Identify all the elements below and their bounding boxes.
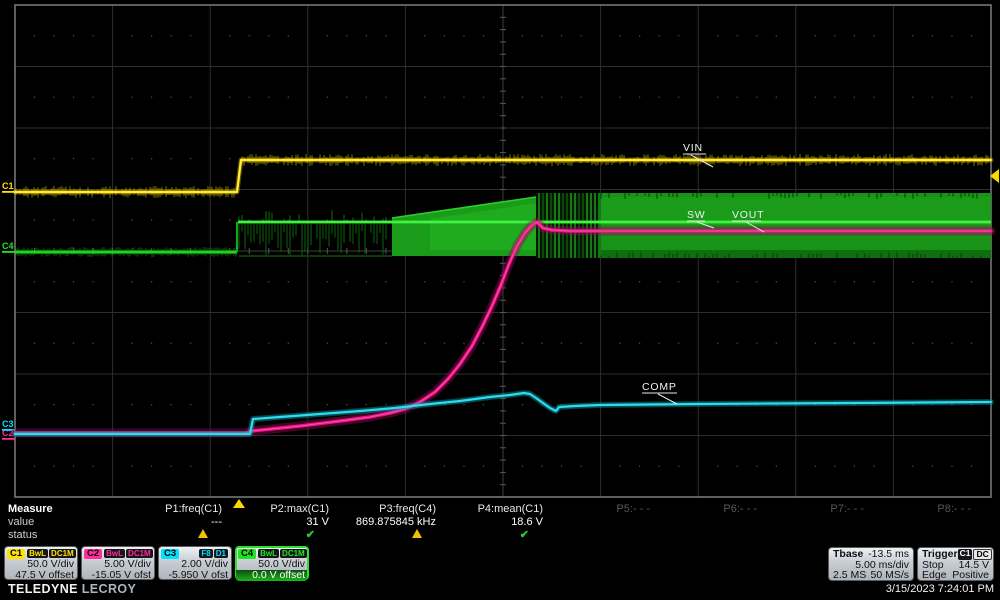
measure-param-7[interactable]: P7:- - - (760, 503, 867, 542)
measure-value: 869.875845 kHz (332, 516, 436, 529)
brand-bold: TELEDYNE (8, 582, 78, 596)
svg-text:VIN: VIN (683, 142, 703, 154)
channel-id-badge: C3 (161, 549, 179, 559)
measure-value (867, 516, 971, 529)
measure-value: --- (118, 516, 222, 529)
channel-badge: BwL (27, 549, 48, 559)
trigger-box[interactable]: Trigger C1 DC Stop 14.5 V Edge Positive (917, 547, 994, 581)
channel-offset: 0.0 V offset (236, 570, 307, 581)
channel-badge: F8 (199, 549, 212, 559)
measure-title: P1:freq(C1) (118, 503, 222, 516)
channel-badge: D1 (214, 549, 228, 559)
channel-id-badge: C2 (84, 549, 102, 559)
channel-id-badge: C1 (7, 549, 25, 559)
measure-value (653, 516, 757, 529)
channel-badge: DC1M (126, 549, 153, 559)
measure-value (546, 516, 650, 529)
svg-text:COMP: COMP (642, 381, 677, 393)
timebase-rate: 50 MS/s (870, 570, 909, 581)
measure-label: Measure (8, 503, 118, 516)
measure-param-6[interactable]: P6:- - - (653, 503, 760, 542)
brand-light: LECROY (82, 582, 137, 596)
measure-title: P4:mean(C1) (439, 503, 543, 516)
measure-value: 31 V (225, 516, 329, 529)
timebase-delay: -13.5 ms (868, 549, 909, 560)
timebase-title: Tbase (833, 549, 863, 560)
measure-param-8[interactable]: P8:- - - (867, 503, 974, 542)
measure-status: ✔ (439, 529, 543, 542)
measure-status (653, 529, 757, 542)
timebase-box[interactable]: Tbase -13.5 ms 5.00 ms/div 2.5 MS 50 MS/… (828, 547, 914, 581)
measure-status (760, 529, 864, 542)
measure-status: ✔ (225, 529, 329, 542)
trigger-type: Edge (922, 570, 947, 581)
trigger-coupling-badge: DC (973, 549, 991, 560)
channel-offset: -5.950 V ofst (161, 570, 228, 581)
value-label: value (8, 516, 118, 529)
channel-box-c2[interactable]: C2BwLDC1M5.00 V/div-15.05 V ofst (81, 546, 155, 580)
scope-svg: C2C3C1C4VINSWVOUTCOMP (0, 0, 1000, 512)
measure-param-1[interactable]: P1:freq(C1)--- (118, 503, 225, 542)
channel-marker-c1[interactable]: C1 (2, 181, 15, 193)
measure-title: P8:- - - (867, 503, 971, 516)
measure-title: P2:max(C1) (225, 503, 329, 516)
measure-value: 18.6 V (439, 516, 543, 529)
channel-box-c1[interactable]: C1BwLDC1M50.0 V/div47.5 V offset (4, 546, 78, 580)
channel-offset: 47.5 V offset (7, 570, 74, 581)
channel-badge: DC1M (280, 549, 307, 559)
warning-icon (198, 529, 208, 538)
channel-badge: BwL (104, 549, 125, 559)
channel-offset: -15.05 V ofst (84, 570, 151, 581)
measure-title: P5:- - - (546, 503, 650, 516)
measure-param-5[interactable]: P5:- - - (546, 503, 653, 542)
measure-title: P7:- - - (760, 503, 864, 516)
channel-badge: DC1M (49, 549, 76, 559)
measure-title: P6:- - - (653, 503, 757, 516)
waveform-display: C2C3C1C4VINSWVOUTCOMP (0, 0, 1000, 517)
measure-param-4[interactable]: P4:mean(C1)18.6 V✔ (439, 503, 546, 542)
oscilloscope-screen: C2 C3 C1 C4 VIN SW VOUT COMP Measure value stat… (0, 0, 1000, 600)
svg-text:C3: C3 (2, 419, 14, 429)
measure-status (332, 529, 436, 542)
svg-text:VOUT: VOUT (732, 209, 764, 221)
status-label: status (8, 529, 118, 542)
measure-value (760, 516, 864, 529)
svg-text:C1: C1 (2, 181, 14, 191)
measure-param-3[interactable]: P3:freq(C4)869.875845 kHz (332, 503, 439, 542)
channel-descriptor-row: C1BwLDC1M50.0 V/div47.5 V offsetC2BwLDC1… (4, 546, 309, 580)
measure-param-2[interactable]: P2:max(C1)31 V✔ (225, 503, 332, 542)
svg-text:C4: C4 (2, 241, 14, 251)
channel-id-badge: C4 (238, 549, 256, 559)
measure-status (546, 529, 650, 542)
svg-text:SW: SW (687, 209, 706, 221)
check-icon: ✔ (306, 529, 315, 541)
channel-box-c4[interactable]: C4BwLDC1M50.0 V/div0.0 V offset (235, 546, 309, 580)
channel-box-c3[interactable]: C3F8D12.00 V/div-5.950 V ofst (158, 546, 232, 580)
channel-marker-c4[interactable]: C4 (2, 241, 15, 253)
measure-status (867, 529, 971, 542)
warning-icon (412, 529, 422, 538)
trigger-source-badge: C1 (958, 549, 973, 560)
brand-logo: TELEDYNE LECROY (8, 582, 136, 596)
measure-table: Measure value status P1:freq(C1)---P2:ma… (0, 503, 1000, 542)
measure-status (118, 529, 222, 542)
check-icon: ✔ (520, 529, 529, 541)
trigger-title: Trigger (922, 549, 958, 560)
timebase-samples: 2.5 MS (833, 570, 866, 581)
channel-badge: BwL (258, 549, 279, 559)
measure-row-labels: Measure value status (0, 503, 118, 542)
trigger-slope: Positive (952, 570, 989, 581)
measure-title: P3:freq(C4) (332, 503, 436, 516)
timestamp: 3/15/2023 7:24:01 PM (886, 583, 994, 595)
